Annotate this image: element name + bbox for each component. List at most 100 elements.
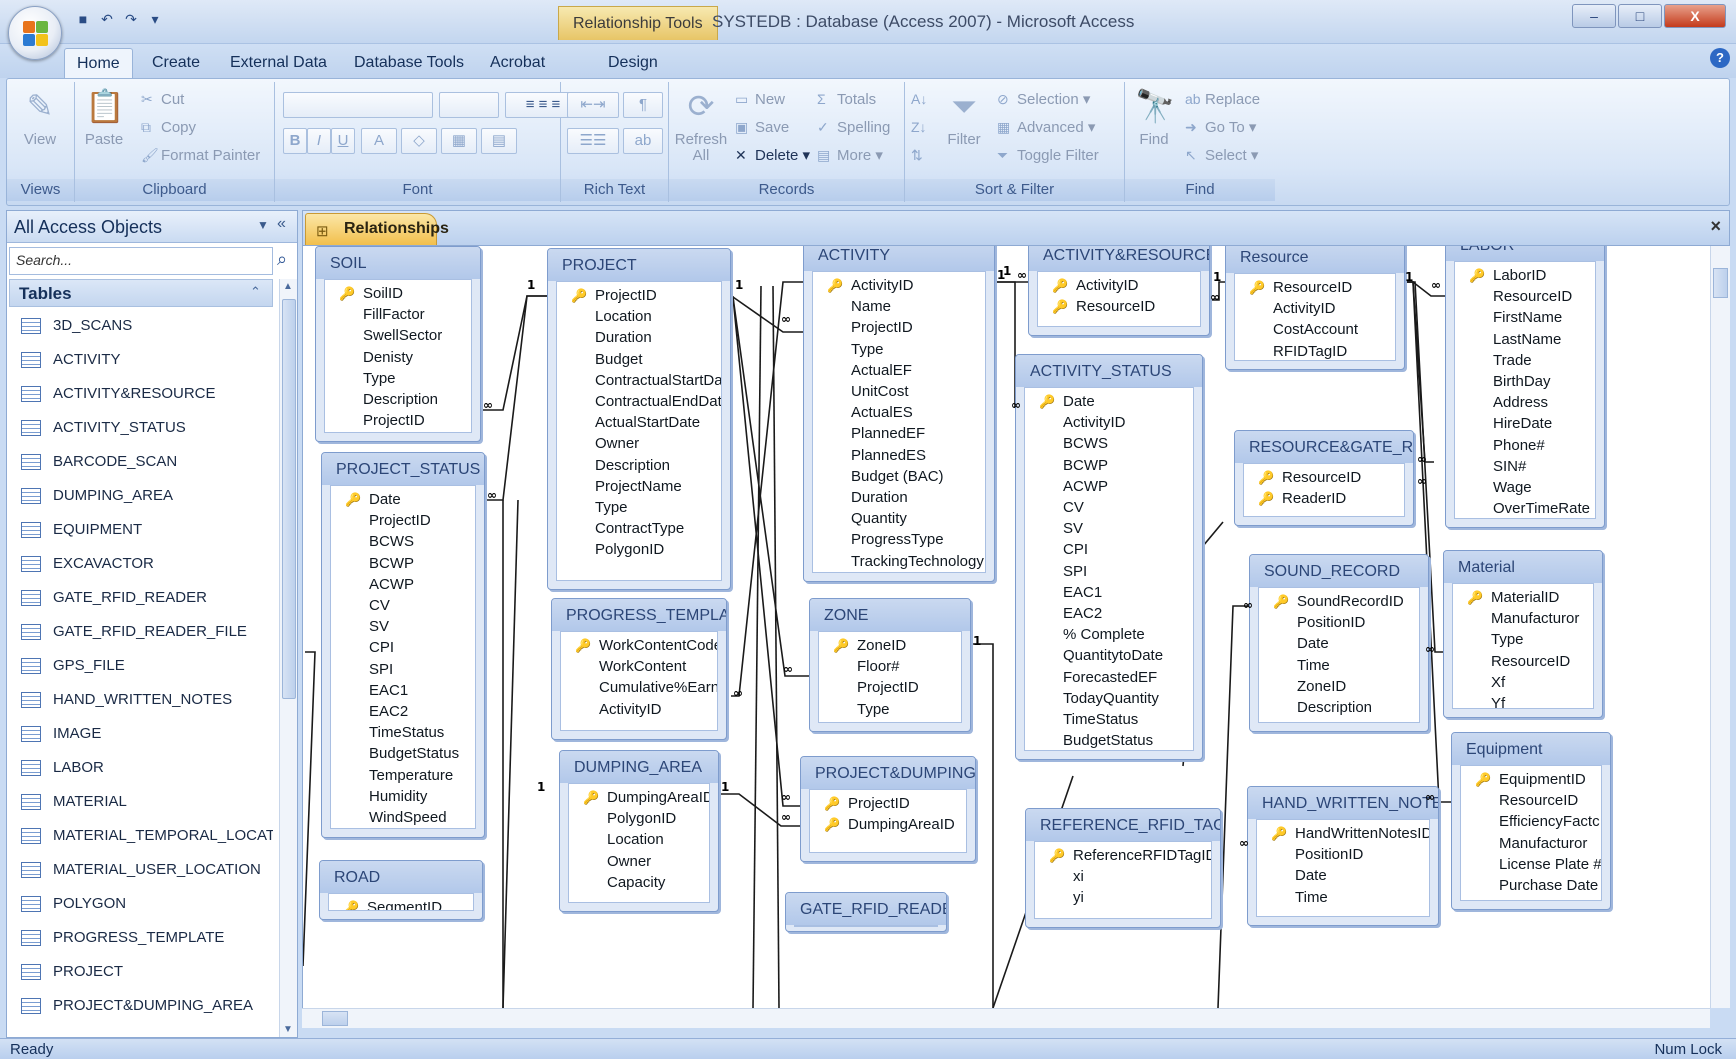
field-item[interactable]: ActivityID (561, 698, 717, 721)
field-item[interactable]: 🔑 LaborID (1455, 264, 1595, 287)
field-item[interactable]: ProjectID (819, 676, 961, 699)
relationship-table-title[interactable]: DUMPING_AREA (560, 751, 718, 783)
field-item[interactable]: SV (1025, 517, 1193, 540)
field-item[interactable]: UnitCost (813, 380, 985, 403)
field-item[interactable]: ActivityID (1235, 297, 1395, 320)
field-item[interactable]: Owner (557, 432, 721, 455)
relationship-table-title[interactable]: SOIL (316, 247, 480, 279)
field-item[interactable]: HireDate (1455, 412, 1595, 435)
field-item[interactable]: PlannedEF (813, 422, 985, 445)
paragraph-button[interactable]: ¶ (623, 92, 663, 118)
copy-button[interactable]: ⧉ Copy (141, 116, 196, 138)
field-item[interactable]: PlannedES (813, 444, 985, 467)
relationship-table[interactable]: RESOURCE&GATE_R... 🔑 ResourceID 🔑 ReaderID (1234, 430, 1414, 526)
relationship-table[interactable]: ACTIVITY&RESOURCE 🔑 ActivityID 🔑 ResourceID (1028, 246, 1210, 336)
field-item[interactable]: Description (325, 388, 471, 411)
field-item[interactable]: WindSpeed (331, 806, 475, 828)
field-item[interactable]: 🔑 MaterialID (1453, 586, 1593, 609)
field-item[interactable]: Date (1257, 864, 1429, 887)
field-item[interactable]: PolygonID (569, 807, 709, 830)
relationship-table[interactable]: ZONE 🔑 ZoneID Floor# ProjectID Type (809, 598, 971, 732)
nav-table-item[interactable]: HAND_WRITTEN_NOTES (9, 683, 273, 717)
field-item[interactable]: Location (557, 305, 721, 328)
field-item[interactable]: ACWP (331, 573, 475, 596)
filter-button[interactable]: ⏷ Filter (939, 86, 989, 148)
field-item[interactable]: Duration (557, 326, 721, 349)
field-item[interactable]: EAC1 (331, 679, 475, 702)
field-item[interactable]: FirstName (1455, 306, 1595, 329)
nav-table-item[interactable]: GPS_FILE (9, 649, 273, 683)
new-record-button[interactable]: ▭ New (735, 88, 785, 110)
advanced-button[interactable]: ▦ Advanced ▾ (997, 116, 1095, 138)
field-item[interactable]: TodayQuantity (1025, 687, 1193, 710)
save-record-button[interactable]: ▣ Save (735, 116, 789, 138)
format-painter-button[interactable]: 🖌 Format Painter (141, 144, 260, 166)
nav-table-item[interactable]: IMAGE (9, 717, 273, 751)
relationship-table[interactable]: ACTIVITY_STATUS 🔑 Date ActivityID BCWS BCWP AC… (1015, 354, 1203, 760)
field-item[interactable]: Description (557, 454, 721, 477)
field-item[interactable]: QuantitytoDate (1025, 644, 1193, 667)
field-item[interactable]: % Complete (1025, 623, 1193, 646)
field-item[interactable]: 🔑 SegmentID (329, 896, 473, 910)
relationship-table-title[interactable]: ZONE (810, 599, 970, 631)
totals-button[interactable]: Σ Totals (817, 88, 876, 110)
tab-database-tools[interactable]: Database Tools (342, 48, 476, 78)
nav-table-item[interactable]: ACTIVITY (9, 343, 273, 377)
field-item[interactable]: 🔑 ReaderID (1244, 487, 1404, 510)
relationship-table[interactable]: ACTIVITY 🔑 ActivityID Name ProjectID Type Actu… (803, 246, 995, 582)
relationship-table-title[interactable]: PROJECT (548, 249, 730, 281)
relationship-table[interactable]: SOIL 🔑 SoilID FillFactor SwellSector Denisty T… (315, 246, 481, 442)
nav-scrollbar[interactable]: ▲ ▼ (279, 279, 297, 1037)
cut-button[interactable]: ✂ Cut (141, 88, 184, 110)
field-item[interactable]: Budget (557, 348, 721, 371)
indent-buttons[interactable]: ⇤⇥ (567, 92, 619, 118)
tab-external-data[interactable]: External Data (218, 48, 339, 78)
field-item[interactable]: 🔑 ProjectID (557, 284, 721, 307)
alternate-fill-button[interactable]: ▤ (481, 128, 517, 154)
field-item[interactable]: EAC2 (331, 700, 475, 723)
field-item[interactable]: 🔑 ResourceID (1038, 295, 1200, 318)
relationship-table-title[interactable]: LABOR (1446, 246, 1604, 261)
field-item[interactable]: BirthDay (1455, 370, 1595, 393)
relationship-table-title[interactable]: Equipment (1452, 733, 1610, 765)
relationship-table-title[interactable]: Resource (1226, 246, 1404, 273)
field-item[interactable]: EAC2 (1025, 602, 1193, 625)
field-item[interactable]: ZoneID (1259, 675, 1419, 698)
field-item[interactable]: 🔑 ReferenceRFIDTagID (1035, 844, 1211, 867)
relationship-table[interactable]: SOUND_RECORD 🔑 SoundRecordID PositionID Date… (1249, 554, 1429, 732)
field-item[interactable]: BCWS (1025, 432, 1193, 455)
field-item[interactable]: 🔑 DumpingAreaID (810, 813, 966, 836)
field-item[interactable]: yi (1035, 886, 1211, 909)
relationship-table[interactable]: DUMPING_AREA 🔑 DumpingAreaID PolygonID Locat… (559, 750, 719, 912)
redo-icon[interactable]: ↷ (122, 10, 140, 28)
field-item[interactable]: 🔑 SoilID (325, 282, 471, 305)
horizontal-scroll-thumb[interactable] (322, 1011, 348, 1026)
relationship-table-title[interactable]: ACTIVITY (804, 246, 994, 271)
field-item[interactable]: ACWP (1025, 475, 1193, 498)
fill-color-button[interactable]: ◇ (401, 128, 437, 154)
more-button[interactable]: ▤ More ▾ (817, 144, 883, 166)
field-item[interactable]: ActualStartDate (557, 411, 721, 434)
relationship-table[interactable]: Resource 🔑 ResourceID ActivityID CostAccount… (1225, 246, 1405, 370)
field-item[interactable]: 🔑 ResourceID (1235, 276, 1395, 299)
field-item[interactable]: SPI (331, 658, 475, 681)
field-item[interactable]: CV (1025, 496, 1193, 519)
relationship-table[interactable]: HAND_WRITTEN_NOTES 🔑 HandWrittenNotesID Pos… (1247, 786, 1439, 926)
goto-button[interactable]: ➜ Go To ▾ (1185, 116, 1256, 138)
field-item[interactable]: 🔑 ResourceID (1244, 466, 1404, 489)
relationship-table-title[interactable]: HAND_WRITTEN_NOTES (1248, 787, 1438, 819)
help-icon[interactable]: ? (1710, 48, 1730, 68)
field-item[interactable]: ContractualEndDate (557, 390, 721, 413)
relationship-table-title[interactable]: ACTIVITY&RESOURCE (1029, 246, 1209, 271)
field-item[interactable]: Denisty (325, 346, 471, 369)
nav-table-item[interactable]: MATERIAL_TEMPORAL_LOCATI... (9, 819, 273, 853)
tab-design[interactable]: Design (596, 48, 670, 78)
field-item[interactable]: RFIDTagID (1235, 340, 1395, 360)
relationship-table-title[interactable]: GATE_RFID_READER (786, 893, 946, 925)
relationship-table-title[interactable]: ACTIVITY_STATUS (1016, 355, 1202, 387)
scroll-down-icon[interactable]: ▼ (283, 1024, 293, 1035)
field-item[interactable]: BCWP (1025, 454, 1193, 477)
toggle-filter-button[interactable]: ⏷ Toggle Filter (997, 144, 1099, 166)
field-item[interactable]: 🔑 ActivityID (813, 274, 985, 297)
field-item[interactable]: FillFactor (325, 303, 471, 326)
